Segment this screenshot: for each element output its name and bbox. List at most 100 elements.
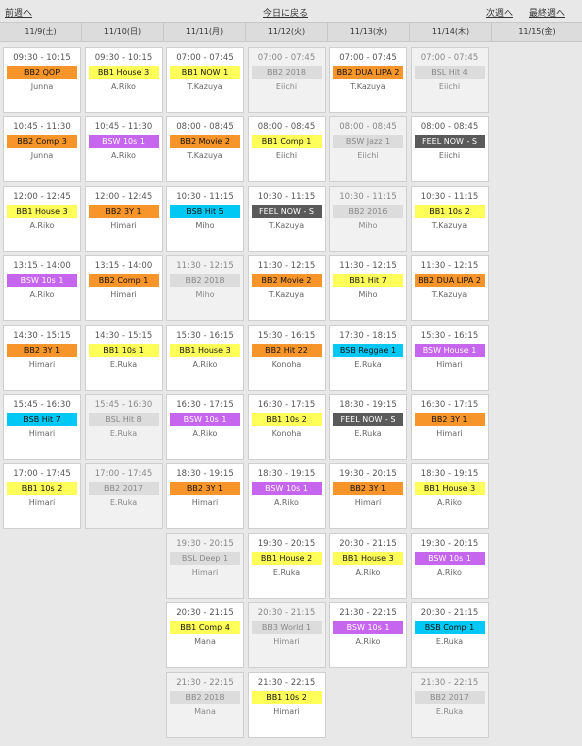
schedule-slot bbox=[327, 670, 409, 739]
day-header: 11/10(日) bbox=[82, 23, 164, 41]
class-card[interactable]: 18:30 - 19:15 BSW 10s 1 A.Riko bbox=[247, 463, 326, 530]
schedule-slot: 16:30 - 17:15 BB1 10s 2 Konoha bbox=[246, 392, 328, 461]
class-card[interactable]: 21:30 - 22:15 BB2 2017 E.Ruka bbox=[410, 671, 489, 738]
class-card[interactable]: 20:30 - 21:15 BB1 House 3 A.Riko bbox=[329, 532, 407, 599]
day-header: 11/12(火) bbox=[246, 23, 328, 41]
class-time: 16:30 - 17:15 bbox=[257, 399, 316, 410]
class-card[interactable]: 20:30 - 21:15 BB3 World 1 Himari bbox=[247, 602, 326, 669]
class-card[interactable]: 07:00 - 07:45 BB2 2018 Eiichi bbox=[247, 47, 326, 113]
schedule-slot bbox=[490, 45, 572, 114]
class-card[interactable]: 19:30 - 20:15 BSL Deep 1 Himari bbox=[166, 532, 244, 599]
class-card[interactable]: 14:30 - 15:15 BB2 3Y 1 Himari bbox=[3, 324, 81, 391]
instructor-name: E.Ruka bbox=[272, 567, 301, 577]
instructor-name: Miho bbox=[195, 220, 215, 230]
class-card[interactable]: 10:30 - 11:15 FEEL NOW - S T.Kazuya bbox=[247, 185, 326, 252]
program-label: BSL Deep 1 bbox=[170, 551, 240, 565]
instructor-name: Mana bbox=[194, 637, 216, 647]
class-card[interactable]: 08:00 - 08:45 BSW Jazz 1 Eiichi bbox=[329, 116, 407, 183]
schedule-slot: 20:30 - 21:15 BB1 Comp 4 Mana bbox=[164, 600, 246, 669]
instructor-name: Himari bbox=[28, 498, 56, 508]
schedule-slot bbox=[490, 461, 572, 530]
schedule-slot: 08:00 - 08:45 BSW Jazz 1 Eiichi bbox=[327, 114, 409, 183]
schedule-slot: 09:30 - 10:15 BB2 QOP Junna bbox=[1, 45, 83, 114]
class-card[interactable]: 10:30 - 11:15 BB2 2016 Miho bbox=[329, 185, 407, 252]
today-link[interactable]: 今日に戻る bbox=[263, 6, 308, 19]
class-time: 07:00 - 07:45 bbox=[420, 53, 479, 63]
class-card[interactable]: 10:45 - 11:30 BB2 Comp 3 Junna bbox=[3, 116, 81, 183]
class-card[interactable]: 10:30 - 11:15 BB1 10s 2 T.Kazuya bbox=[410, 185, 489, 252]
class-card[interactable]: 15:45 - 16:30 BSL Hit 8 E.Ruka bbox=[84, 393, 163, 460]
class-card[interactable]: 14:30 - 15:15 BB1 10s 1 E.Ruka bbox=[84, 324, 163, 391]
last-week-link[interactable]: 最終週へ bbox=[529, 6, 565, 19]
class-card[interactable]: 11:30 - 12:15 BB2 2018 Miho bbox=[166, 255, 244, 322]
class-card[interactable]: 08:00 - 08:45 BB2 Movie 2 T.Kazuya bbox=[166, 116, 244, 183]
prev-week-link[interactable]: 前週へ bbox=[5, 6, 32, 19]
class-card[interactable]: 19:30 - 20:15 BB2 3Y 1 Himari bbox=[329, 463, 407, 530]
class-card[interactable]: 17:00 - 17:45 BB2 2017 E.Ruka bbox=[84, 463, 163, 530]
class-time: 20:30 - 21:15 bbox=[339, 538, 397, 549]
schedule-slot bbox=[490, 253, 572, 322]
class-card[interactable]: 16:30 - 17:15 BB1 10s 2 Konoha bbox=[247, 393, 326, 460]
class-card[interactable]: 11:30 - 12:15 BB2 Movie 2 T.Kazuya bbox=[247, 255, 326, 322]
schedule-slot: 13:15 - 14:00 BSW 10s 1 A.Riko bbox=[1, 253, 83, 322]
class-card[interactable]: 09:30 - 10:15 BB2 QOP Junna bbox=[3, 47, 81, 113]
instructor-name: Junna bbox=[30, 151, 54, 161]
class-card[interactable]: 13:15 - 14:00 BSW 10s 1 A.Riko bbox=[3, 255, 81, 322]
class-time: 07:00 - 07:45 bbox=[339, 53, 397, 63]
class-card[interactable]: 19:30 - 20:15 BSW 10s 1 A.Riko bbox=[410, 532, 489, 599]
instructor-name: Himari bbox=[191, 498, 219, 508]
class-time: 11:30 - 12:15 bbox=[257, 261, 316, 272]
class-card[interactable]: 16:30 - 17:15 BSW 10s 1 A.Riko bbox=[166, 393, 244, 460]
class-card[interactable]: 09:30 - 10:15 BB1 House 3 A.Riko bbox=[84, 47, 163, 113]
class-card[interactable]: 21:30 - 22:15 BSW 10s 1 A.Riko bbox=[329, 602, 407, 669]
schedule-slot: 15:30 - 16:15 BSW House 1 Himari bbox=[409, 323, 491, 392]
program-label: BB2 3Y 1 bbox=[170, 482, 240, 496]
class-card[interactable]: 15:30 - 16:15 BB1 House 3 A.Riko bbox=[166, 324, 244, 391]
class-card[interactable]: 18:30 - 19:15 BB2 3Y 1 Himari bbox=[166, 463, 244, 530]
class-time: 09:30 - 10:15 bbox=[94, 53, 153, 63]
class-card[interactable]: 21:30 - 22:15 BB2 2018 Mana bbox=[166, 671, 244, 738]
class-card[interactable]: 13:15 - 14:00 BB2 Comp 1 Himari bbox=[84, 255, 163, 322]
class-card[interactable]: 08:00 - 08:45 FEEL NOW - S Eiichi bbox=[410, 116, 489, 183]
schedule-slot: 10:30 - 11:15 BB1 10s 2 T.Kazuya bbox=[409, 184, 491, 253]
schedule-slot: 19:30 - 20:15 BSW 10s 1 A.Riko bbox=[409, 531, 491, 600]
class-card[interactable]: 18:30 - 19:15 BB1 House 3 A.Riko bbox=[410, 463, 489, 530]
class-card[interactable]: 11:30 - 12:15 BB1 Hit 7 Miho bbox=[329, 255, 407, 322]
class-card[interactable]: 11:30 - 12:15 BB2 DUA LIPA 2 T.Kazuya bbox=[410, 255, 489, 322]
class-card[interactable]: 07:00 - 07:45 BSL Hit 4 Eiichi bbox=[410, 47, 489, 113]
class-card[interactable]: 19:30 - 20:15 BB1 House 2 E.Ruka bbox=[247, 532, 326, 599]
class-time: 15:30 - 16:15 bbox=[176, 330, 234, 341]
class-card[interactable]: 17:00 - 17:45 BB1 10s 2 Himari bbox=[3, 463, 81, 530]
class-card[interactable]: 17:30 - 18:15 BSB Reggae 1 E.Ruka bbox=[329, 324, 407, 391]
class-card[interactable]: 07:00 - 07:45 BB2 DUA LIPA 2 T.Kazuya bbox=[329, 47, 407, 113]
schedule-slot: 16:30 - 17:15 BB2 3Y 1 Himari bbox=[409, 392, 491, 461]
class-time: 08:00 - 08:45 bbox=[257, 122, 316, 133]
class-card[interactable]: 15:30 - 16:15 BB2 Hit 22 Konoha bbox=[247, 324, 326, 391]
instructor-name: Himari bbox=[354, 498, 382, 508]
class-card[interactable]: 12:00 - 12:45 BB1 House 3 A.Riko bbox=[3, 185, 81, 252]
class-card[interactable]: 08:00 - 08:45 BB1 Comp 1 Eiichi bbox=[247, 116, 326, 183]
class-card[interactable]: 20:30 - 21:15 BSB Comp 1 E.Ruka bbox=[410, 602, 489, 669]
week-navigation: 前週へ 今日に戻る 次週へ 最終週へ bbox=[0, 0, 582, 22]
class-card[interactable]: 12:00 - 12:45 BB2 3Y 1 Himari bbox=[84, 185, 163, 252]
class-card[interactable]: 21:30 - 22:15 BB1 10s 2 Himari bbox=[247, 671, 326, 738]
class-time: 21:30 - 22:15 bbox=[420, 677, 479, 688]
instructor-name: Eiichi bbox=[275, 82, 298, 91]
class-card[interactable]: 16:30 - 17:15 BB2 3Y 1 Himari bbox=[410, 393, 489, 460]
schedule-slot: 10:30 - 11:15 BSB Hit 5 Miho bbox=[164, 184, 246, 253]
class-card[interactable]: 10:30 - 11:15 BSB Hit 5 Miho bbox=[166, 185, 244, 252]
class-time: 16:30 - 17:15 bbox=[176, 399, 234, 410]
class-card[interactable]: 10:45 - 11:30 BSW 10s 1 A.Riko bbox=[84, 116, 163, 183]
schedule-slot bbox=[490, 600, 572, 669]
instructor-name: A.Riko bbox=[355, 567, 381, 577]
class-card[interactable]: 15:45 - 16:30 BSB Hit 7 Himari bbox=[3, 393, 81, 460]
schedule-slot: 20:30 - 21:15 BB3 World 1 Himari bbox=[246, 600, 328, 669]
instructor-name: T.Kazuya bbox=[431, 220, 468, 230]
next-week-link[interactable]: 次週へ bbox=[486, 6, 513, 19]
schedule-slot: 11:30 - 12:15 BB1 Hit 7 Miho bbox=[327, 253, 409, 322]
class-card[interactable]: 18:30 - 19:15 FEEL NOW - S E.Ruka bbox=[329, 393, 407, 460]
program-label: BB2 2016 bbox=[333, 204, 403, 218]
class-card[interactable]: 20:30 - 21:15 BB1 Comp 4 Mana bbox=[166, 602, 244, 669]
class-card[interactable]: 07:00 - 07:45 BB1 NOW 1 T.Kazuya bbox=[166, 47, 244, 113]
class-card[interactable]: 15:30 - 16:15 BSW House 1 Himari bbox=[410, 324, 489, 391]
